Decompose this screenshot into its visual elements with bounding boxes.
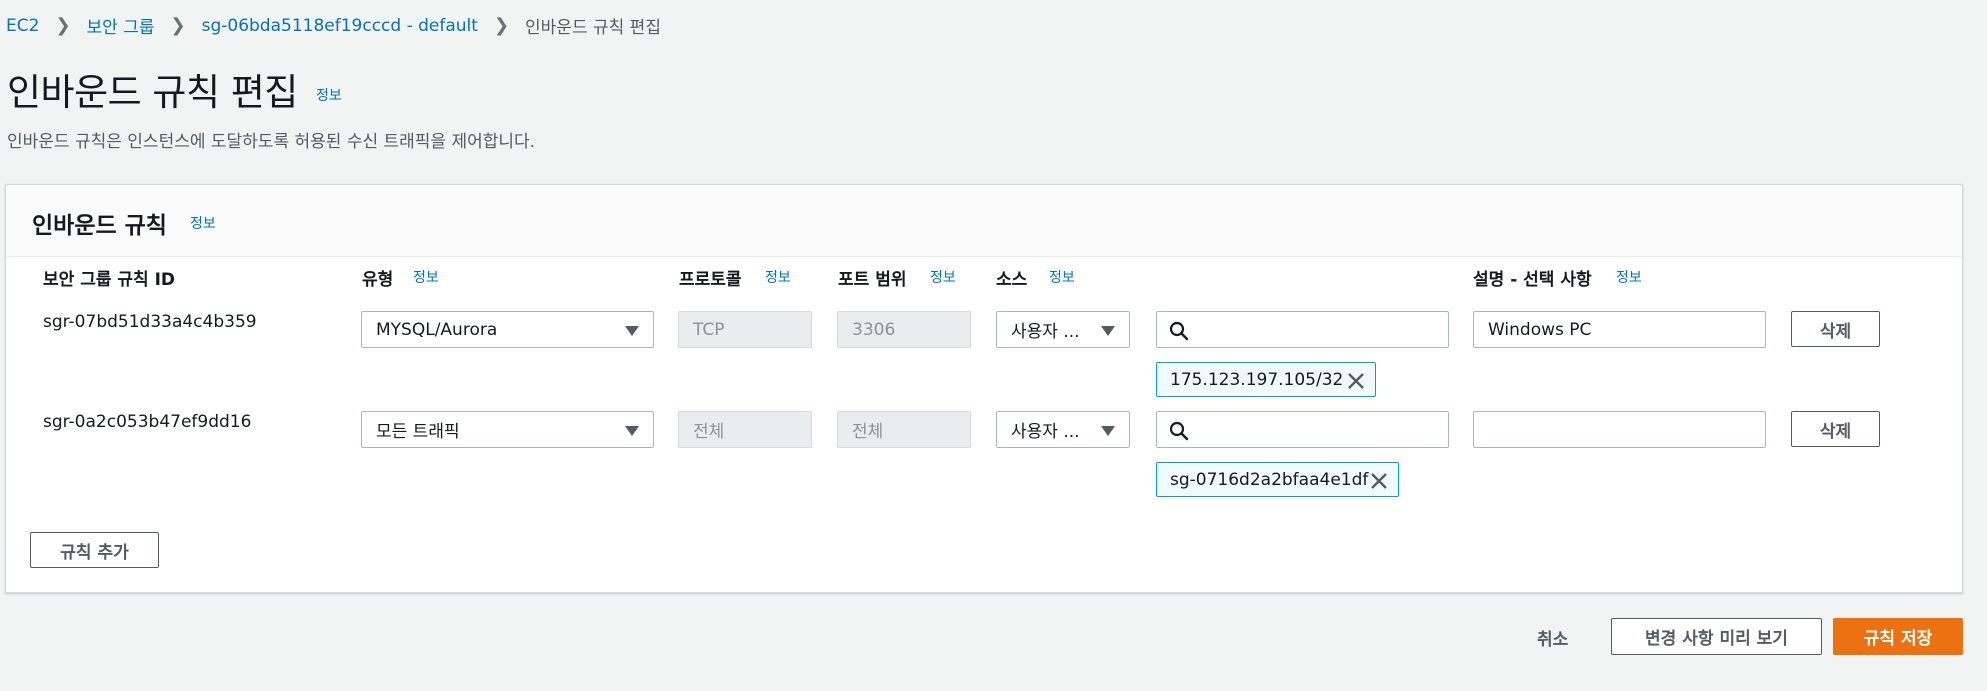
port-range-info-link[interactable]: 정보 bbox=[930, 267, 956, 287]
caret-down-icon bbox=[625, 426, 639, 436]
save-rules-button[interactable]: 규칙 저장 bbox=[1833, 618, 1963, 655]
breadcrumb: EC2 ❯ 보안 그룹 ❯ sg-06bda5118ef19cccd - def… bbox=[6, 13, 661, 38]
column-header-source: 소스 bbox=[996, 270, 1028, 290]
protocol-info-link[interactable]: 정보 bbox=[765, 267, 791, 287]
type-select-value: MYSQL/Aurora bbox=[376, 319, 498, 340]
panel-info-link[interactable]: 정보 bbox=[190, 213, 216, 233]
description-input[interactable] bbox=[1473, 411, 1766, 448]
source-search-input[interactable] bbox=[1156, 411, 1449, 448]
column-header-description: 설명 - 선택 사항 bbox=[1473, 270, 1592, 290]
source-search-input[interactable] bbox=[1156, 311, 1449, 348]
search-icon bbox=[1169, 321, 1189, 341]
panel-title: 인바운드 규칙 bbox=[32, 213, 167, 239]
source-type-select[interactable]: 사용자 ... bbox=[996, 411, 1130, 448]
chevron-right-icon: ❯ bbox=[493, 15, 510, 36]
inbound-rules-panel: 인바운드 규칙 정보 보안 그룹 규칙 ID 유형 정보 프로토콜 정보 포트 … bbox=[5, 184, 1963, 593]
rule-id: sgr-0a2c053b47ef9dd16 bbox=[43, 412, 252, 432]
add-rule-button[interactable]: 규칙 추가 bbox=[30, 532, 159, 568]
close-icon[interactable] bbox=[1370, 472, 1388, 490]
page-info-link[interactable]: 정보 bbox=[316, 85, 342, 105]
source-type-value: 사용자 ... bbox=[1011, 322, 1080, 342]
column-header-port-range: 포트 범위 bbox=[838, 270, 907, 290]
description-info-link[interactable]: 정보 bbox=[1616, 267, 1642, 287]
caret-down-icon bbox=[1101, 426, 1115, 436]
close-icon[interactable] bbox=[1347, 372, 1365, 390]
delete-rule-button[interactable]: 삭제 bbox=[1791, 311, 1880, 347]
page-title: 인바운드 규칙 편집 bbox=[7, 71, 298, 114]
type-select[interactable]: 모든 트래픽 bbox=[361, 411, 654, 448]
breadcrumb-ec2[interactable]: EC2 bbox=[6, 16, 39, 36]
delete-rule-button[interactable]: 삭제 bbox=[1791, 411, 1880, 447]
source-info-link[interactable]: 정보 bbox=[1049, 267, 1075, 287]
port-range-field: 전체 bbox=[837, 411, 971, 448]
column-header-rule-id: 보안 그룹 규칙 ID bbox=[43, 270, 176, 290]
type-select[interactable]: MYSQL/Aurora bbox=[361, 311, 654, 348]
source-type-select[interactable]: 사용자 ... bbox=[996, 311, 1130, 348]
type-select-value: 모든 트래픽 bbox=[376, 422, 460, 442]
chevron-right-icon: ❯ bbox=[170, 15, 186, 36]
type-info-link[interactable]: 정보 bbox=[413, 267, 439, 287]
port-range-field: 3306 bbox=[837, 311, 971, 348]
cancel-button[interactable]: 취소 bbox=[1537, 625, 1568, 650]
source-token: 175.123.197.105/32 bbox=[1156, 362, 1376, 397]
breadcrumb-security-group[interactable]: sg-06bda5118ef19cccd - default bbox=[202, 16, 478, 36]
protocol-field: TCP bbox=[678, 311, 812, 348]
panel-header bbox=[6, 185, 1962, 257]
rule-id: sgr-07bd51d33a4c4b359 bbox=[43, 312, 257, 332]
caret-down-icon bbox=[1101, 326, 1115, 336]
search-icon bbox=[1169, 421, 1189, 441]
breadcrumb-current: 인바운드 규칙 편집 bbox=[525, 18, 661, 38]
source-token-label: 175.123.197.105/32 bbox=[1170, 369, 1344, 390]
column-header-protocol: 프로토콜 bbox=[679, 270, 742, 290]
chevron-right-icon: ❯ bbox=[55, 15, 71, 36]
preview-changes-button[interactable]: 변경 사항 미리 보기 bbox=[1611, 618, 1822, 655]
protocol-field: 전체 bbox=[678, 411, 812, 448]
caret-down-icon bbox=[625, 326, 639, 336]
source-type-value: 사용자 ... bbox=[1011, 422, 1080, 442]
page-description: 인바운드 규칙은 인스턴스에 도달하도록 허용된 수신 트래픽을 제어합니다. bbox=[7, 132, 536, 152]
source-token: sg-0716d2a2bfaa4e1df bbox=[1156, 462, 1399, 497]
breadcrumb-security-groups[interactable]: 보안 그룹 bbox=[87, 13, 155, 38]
source-token-label: sg-0716d2a2bfaa4e1df bbox=[1170, 469, 1369, 490]
description-input[interactable]: Windows PC bbox=[1473, 311, 1766, 348]
column-header-type: 유형 bbox=[362, 270, 394, 290]
